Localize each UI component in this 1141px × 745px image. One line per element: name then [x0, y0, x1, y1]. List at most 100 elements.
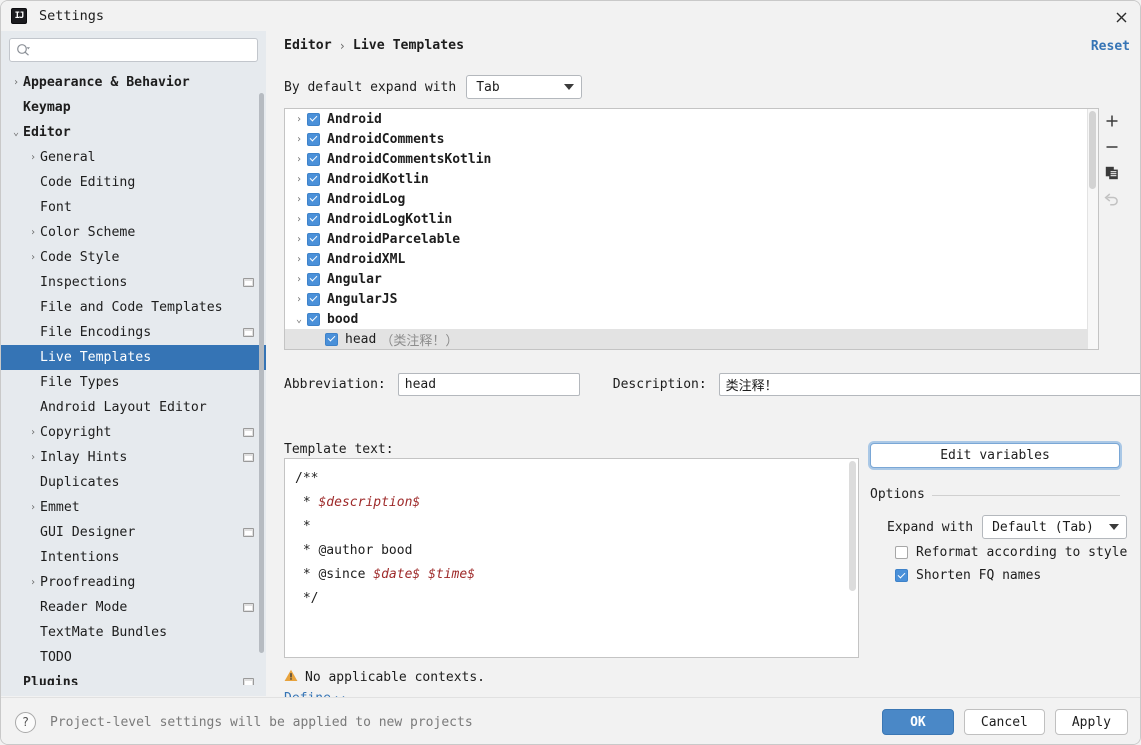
plus-icon[interactable] — [1097, 108, 1127, 134]
sidebar-item-textmate-bundles[interactable]: TextMate Bundles — [1, 620, 266, 645]
template-row[interactable]: › Android — [285, 109, 1098, 129]
search-box[interactable] — [9, 38, 258, 62]
sidebar-item-inlay-hints[interactable]: › Inlay Hints — [1, 445, 266, 470]
template-checkbox[interactable] — [307, 272, 320, 286]
sidebar-item-plugins[interactable]: Plugins — [1, 670, 266, 685]
ok-button[interactable]: OK — [881, 709, 954, 735]
copy-icon[interactable] — [1097, 160, 1127, 186]
chevron-right-icon[interactable]: › — [26, 427, 40, 438]
template-checkbox[interactable] — [307, 312, 320, 326]
chevron-right-icon[interactable]: › — [291, 154, 307, 165]
sidebar-item-file-encodings[interactable]: File Encodings — [1, 320, 266, 345]
template-row[interactable]: ⌄ bood — [285, 309, 1098, 329]
sidebar-item-code-editing[interactable]: Code Editing — [1, 170, 266, 195]
cancel-button[interactable]: Cancel — [963, 709, 1045, 735]
search-input[interactable] — [35, 41, 235, 59]
settings-tree[interactable]: › Appearance & Behavior Keymap ⌄ Editor › Gene… — [1, 70, 266, 685]
template-row[interactable]: › AndroidKotlin — [285, 169, 1098, 189]
template-text-content[interactable]: /** * $description$ * * @author bood * @… — [285, 459, 858, 619]
template-checkbox[interactable] — [307, 232, 320, 246]
sidebar-item-inspections[interactable]: Inspections — [1, 270, 266, 295]
sidebar-scrollbar[interactable] — [259, 93, 264, 653]
template-row[interactable]: › AndroidXML — [285, 249, 1098, 269]
expand-with-combo[interactable]: Default (Tab) — [982, 515, 1128, 539]
description-input[interactable] — [718, 373, 1140, 396]
shorten-fq-checkbox-row[interactable]: Shorten FQ names — [895, 568, 1041, 583]
sidebar-item-appearance-behavior[interactable]: › Appearance & Behavior — [1, 70, 266, 95]
sidebar-item-editor[interactable]: ⌄ Editor — [1, 120, 266, 145]
chevron-right-icon[interactable]: › — [291, 134, 307, 145]
sidebar-item-font[interactable]: Font — [1, 195, 266, 220]
chevron-right-icon[interactable]: › — [291, 214, 307, 225]
template-row[interactable]: head （类注释！） — [285, 329, 1098, 349]
chevron-down-icon[interactable]: ⌄ — [9, 127, 23, 138]
chevron-right-icon[interactable]: › — [26, 577, 40, 588]
template-checkbox[interactable] — [307, 192, 320, 206]
sidebar-item-code-style[interactable]: › Code Style — [1, 245, 266, 270]
sidebar-item-keymap[interactable]: Keymap — [1, 95, 266, 120]
chevron-right-icon[interactable]: › — [26, 452, 40, 463]
chevron-right-icon[interactable]: › — [291, 254, 307, 265]
template-checkbox[interactable] — [325, 332, 338, 346]
abbreviation-input[interactable] — [397, 373, 580, 396]
reformat-checkbox-row[interactable]: Reformat according to style — [895, 545, 1127, 560]
chevron-right-icon[interactable]: › — [291, 114, 307, 125]
template-row[interactable]: › AndroidComments — [285, 129, 1098, 149]
template-checkbox[interactable] — [307, 132, 320, 146]
sidebar-item-live-templates[interactable]: Live Templates — [1, 345, 266, 370]
template-checkbox[interactable] — [307, 292, 320, 306]
chevron-right-icon[interactable]: › — [291, 234, 307, 245]
templates-list[interactable]: › Android › AndroidComments › AndroidComments… — [284, 108, 1099, 350]
sidebar-item-reader-mode[interactable]: Reader Mode — [1, 595, 266, 620]
sidebar-item-android-layout-editor[interactable]: Android Layout Editor — [1, 395, 266, 420]
breadcrumb-parent[interactable]: Editor — [284, 38, 332, 53]
sidebar-item-color-scheme[interactable]: › Color Scheme — [1, 220, 266, 245]
shorten-fq-checkbox[interactable] — [895, 569, 908, 582]
sidebar-item-copyright[interactable]: › Copyright — [1, 420, 266, 445]
close-icon[interactable] — [1112, 8, 1130, 26]
template-row[interactable]: › AndroidCommentsKotlin — [285, 149, 1098, 169]
sidebar-item-general[interactable]: › General — [1, 145, 266, 170]
project-scope-icon — [243, 678, 254, 685]
template-row[interactable]: › AngularJS — [285, 289, 1098, 309]
sidebar-item-file-and-code-templates[interactable]: File and Code Templates — [1, 295, 266, 320]
chevron-right-icon[interactable]: › — [26, 152, 40, 163]
template-text-editor[interactable]: /** * $description$ * * @author bood * @… — [284, 458, 859, 658]
template-text-scrollbar[interactable] — [847, 459, 858, 657]
chevron-right-icon[interactable]: › — [26, 227, 40, 238]
chevron-right-icon[interactable]: › — [9, 77, 23, 88]
template-row[interactable]: › AndroidLog — [285, 189, 1098, 209]
template-row[interactable]: › AndroidParcelable — [285, 229, 1098, 249]
apply-button[interactable]: Apply — [1054, 709, 1128, 735]
template-text-segment: * @author bood — [295, 543, 413, 558]
chevron-right-icon[interactable]: › — [26, 502, 40, 513]
sidebar-item-duplicates[interactable]: Duplicates — [1, 470, 266, 495]
template-row[interactable]: › Angular — [285, 269, 1098, 289]
template-checkbox[interactable] — [307, 212, 320, 226]
chevron-right-icon[interactable]: › — [291, 194, 307, 205]
help-icon[interactable]: ? — [15, 711, 36, 733]
template-checkbox[interactable] — [307, 172, 320, 186]
template-checkbox[interactable] — [307, 152, 320, 166]
templates-scrollbar-thumb[interactable] — [1089, 111, 1096, 189]
sidebar-item-intentions[interactable]: Intentions — [1, 545, 266, 570]
sidebar-item-file-types[interactable]: File Types — [1, 370, 266, 395]
chevron-right-icon[interactable]: › — [291, 294, 307, 305]
chevron-down-icon[interactable]: ⌄ — [291, 314, 307, 325]
edit-variables-button[interactable]: Edit variables — [870, 443, 1120, 468]
sidebar-item-todo[interactable]: TODO — [1, 645, 266, 670]
template-text-scrollbar-thumb[interactable] — [849, 461, 856, 591]
sidebar-item-proofreading[interactable]: › Proofreading — [1, 570, 266, 595]
sidebar-item-gui-designer[interactable]: GUI Designer — [1, 520, 266, 545]
default-expand-combo[interactable]: Tab — [466, 75, 583, 99]
template-checkbox[interactable] — [307, 252, 320, 266]
reset-link[interactable]: Reset — [1091, 39, 1130, 54]
sidebar-item-emmet[interactable]: › Emmet — [1, 495, 266, 520]
chevron-right-icon[interactable]: › — [26, 252, 40, 263]
chevron-right-icon[interactable]: › — [291, 174, 307, 185]
template-checkbox[interactable] — [307, 112, 320, 126]
chevron-right-icon[interactable]: › — [291, 274, 307, 285]
template-row[interactable]: › AndroidLogKotlin — [285, 209, 1098, 229]
reformat-checkbox[interactable] — [895, 546, 908, 559]
minus-icon[interactable] — [1097, 134, 1127, 160]
